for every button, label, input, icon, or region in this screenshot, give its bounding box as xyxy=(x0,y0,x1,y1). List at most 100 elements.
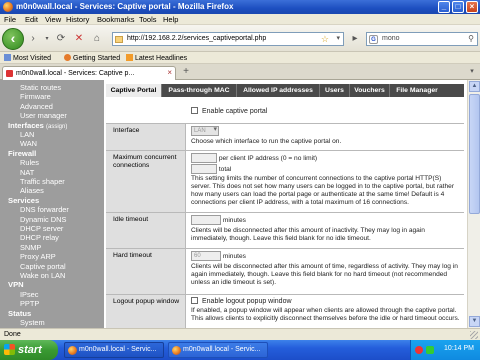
search-icon[interactable]: ⚲ xyxy=(468,34,474,43)
sidebar-label: DHCP relay xyxy=(20,233,59,243)
tab-list-button[interactable]: ▾ xyxy=(466,66,478,78)
sidebar-item-system[interactable]: System xyxy=(20,318,45,327)
logout-popup-help: If enabled, a popup window will appear w… xyxy=(191,307,460,322)
sidebar-group-services[interactable]: Services xyxy=(8,196,39,205)
sidebar-item-dhcp-relay[interactable]: DHCP relay xyxy=(20,233,59,242)
sidebar-item-user-manager[interactable]: User manager xyxy=(20,111,67,120)
sidebar-item-dhcp-server[interactable]: DHCP server xyxy=(20,224,63,233)
sidebar-item-dynamic-dns[interactable]: Dynamic DNS xyxy=(20,215,66,224)
hard-timeout-input[interactable]: 60 xyxy=(191,251,221,261)
scrollbar-thumb[interactable] xyxy=(469,94,480,214)
reload-icon[interactable]: ⟳ xyxy=(54,32,68,46)
sidebar-item-traffic-shaper[interactable]: Traffic shaper xyxy=(20,177,65,186)
sidebar-group-interfaces[interactable]: Interfaces (assign) xyxy=(8,121,67,130)
minimize-button[interactable]: _ xyxy=(438,1,450,13)
sidebar-item-firmware[interactable]: Firmware xyxy=(20,92,51,101)
enable-row: Enable captive portal xyxy=(106,97,464,123)
rss-feed-icon xyxy=(126,54,133,61)
forward-button[interactable]: › xyxy=(26,32,40,46)
menu-history[interactable]: History xyxy=(66,15,89,24)
taskbar-clock: 10:14 PM xyxy=(444,345,474,352)
start-button[interactable]: start xyxy=(0,340,58,360)
firefox-taskbar-icon xyxy=(68,346,77,355)
menu-edit[interactable]: Edit xyxy=(25,15,38,24)
scroll-up-icon[interactable]: ▲ xyxy=(469,81,480,92)
sidebar-group-firewall[interactable]: Firewall xyxy=(8,149,36,158)
sidebar-item-rules[interactable]: Rules xyxy=(20,158,39,167)
sidebar-item-wan[interactable]: WAN xyxy=(20,139,37,148)
hard-timeout-label: Hard timeout xyxy=(106,249,186,294)
sidebar-item-aliases[interactable]: Aliases xyxy=(20,186,44,195)
sidebar-item-ipsec[interactable]: IPsec xyxy=(20,290,38,299)
scroll-down-icon[interactable]: ▼ xyxy=(469,316,480,327)
bookmark-most-visited[interactable]: Most Visited xyxy=(4,54,51,62)
tab-allowed-ip-addresses[interactable]: Allowed IP addresses xyxy=(237,84,320,97)
hard-timeout-row: Hard timeout 60 minutes Clients will be … xyxy=(106,249,464,295)
search-engine-icon[interactable]: G xyxy=(369,35,378,44)
menu-file[interactable]: File xyxy=(4,15,16,24)
close-tab-icon[interactable]: × xyxy=(167,68,172,77)
sidebar-label: Static routes xyxy=(20,83,62,92)
tab-users[interactable]: Users xyxy=(320,84,350,97)
bookmark-getting-started[interactable]: Getting Started xyxy=(64,54,120,62)
bookmarks-toolbar: Most Visited Getting Started Latest Head… xyxy=(0,52,480,64)
sidebar-label: Proxy ARP xyxy=(20,252,56,262)
interface-select[interactable]: LAN xyxy=(191,126,219,136)
idle-timeout-input[interactable] xyxy=(191,215,221,225)
sidebar-item-lan[interactable]: LAN xyxy=(20,130,34,139)
vertical-scrollbar[interactable]: ▲ ▼ xyxy=(467,80,480,328)
logout-popup-checkbox[interactable] xyxy=(191,297,198,304)
network-tray-icon[interactable] xyxy=(426,346,434,354)
menu-bookmarks[interactable]: Bookmarks xyxy=(97,15,135,24)
enable-captive-portal-label: Enable captive portal xyxy=(202,108,268,115)
resize-grip-icon[interactable] xyxy=(470,331,478,339)
menu-tools[interactable]: Tools xyxy=(139,15,157,24)
home-icon[interactable]: ⌂ xyxy=(90,32,104,46)
sidebar-label: Rules xyxy=(20,158,39,168)
maximize-button[interactable]: □ xyxy=(452,1,464,13)
sidebar-label: Firmware xyxy=(20,92,51,102)
url-dropdown-icon[interactable]: ▾ xyxy=(336,34,340,42)
max-total-input[interactable] xyxy=(191,164,217,174)
sidebar-assign-link[interactable]: (assign) xyxy=(46,124,67,130)
tab-pass-through-mac[interactable]: Pass-through MAC xyxy=(162,84,237,97)
close-window-button[interactable]: × xyxy=(466,1,478,13)
interface-help: Choose which interface to run the captiv… xyxy=(191,138,342,145)
sidebar-group-status[interactable]: Status xyxy=(8,309,31,318)
search-bar[interactable]: G mono ⚲ xyxy=(366,32,478,46)
go-icon[interactable]: ▸ xyxy=(348,32,362,46)
menu-help[interactable]: Help xyxy=(163,15,178,24)
max-connections-row: Maximum concurrent connections per clien… xyxy=(106,151,464,213)
sidebar-item-proxy-arp[interactable]: Proxy ARP xyxy=(20,252,56,261)
tab-captive-portal[interactable]: Captive Portal xyxy=(106,84,162,97)
antivirus-tray-icon[interactable] xyxy=(415,346,423,354)
taskbar-item-firefox-1[interactable]: m0n0wall.local - Servic... xyxy=(64,342,164,358)
browser-tab[interactable]: m0n0wall.local - Services: Captive p... … xyxy=(2,66,176,80)
bookmark-star-icon[interactable]: ☆ xyxy=(321,34,329,45)
sidebar-group-vpn[interactable]: VPN xyxy=(8,280,24,289)
menu-view[interactable]: View xyxy=(45,15,61,24)
sidebar-item-advanced[interactable]: Advanced xyxy=(20,102,53,111)
url-text[interactable]: http://192.168.2.2/services_captiveporta… xyxy=(127,35,266,42)
back-button[interactable]: ‹ xyxy=(2,28,24,50)
sidebar-label: LAN xyxy=(20,130,35,139)
max-per-ip-input[interactable] xyxy=(191,153,217,163)
tab-file-manager[interactable]: File Manager xyxy=(390,84,444,97)
url-bar[interactable]: http://192.168.2.2/services_captiveporta… xyxy=(112,32,344,46)
sidebar-item-nat[interactable]: NAT xyxy=(20,168,34,177)
sidebar-item-pptp[interactable]: PPTP xyxy=(20,299,39,308)
sidebar-item-captive-portal[interactable]: Captive portal xyxy=(20,262,66,271)
sidebar-item-static-routes[interactable]: Static routes xyxy=(20,83,61,92)
enable-captive-portal-checkbox[interactable] xyxy=(191,107,198,114)
history-dropdown-icon[interactable]: ▾ xyxy=(40,32,54,46)
search-input[interactable]: mono xyxy=(382,35,400,42)
bookmark-latest-headlines[interactable]: Latest Headlines xyxy=(126,54,187,62)
sidebar-item-dns-forwarder[interactable]: DNS forwarder xyxy=(20,205,69,214)
stop-icon[interactable]: ✕ xyxy=(72,32,86,46)
sidebar-item-snmp[interactable]: SNMP xyxy=(20,243,41,252)
sidebar-item-wake-on-lan[interactable]: Wake on LAN xyxy=(20,271,65,280)
new-tab-button[interactable]: + xyxy=(180,66,192,78)
tab-vouchers[interactable]: Vouchers xyxy=(350,84,390,97)
sidebar-label: Advanced xyxy=(20,101,53,111)
taskbar-item-firefox-2[interactable]: m0n0wall.local - Servic... xyxy=(168,342,268,358)
